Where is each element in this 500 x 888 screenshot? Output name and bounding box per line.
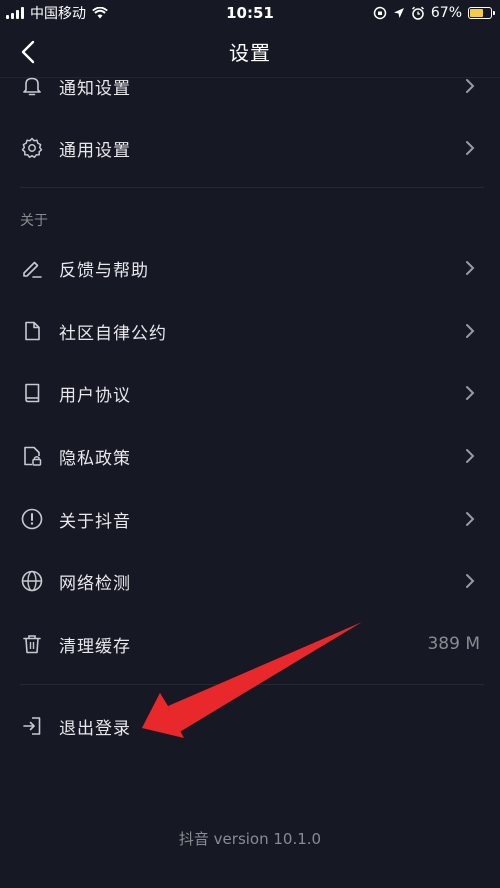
- pencil-icon: [20, 256, 44, 280]
- location-icon: [393, 8, 404, 18]
- info-icon: [20, 507, 44, 531]
- row-label: 隐私政策: [59, 448, 131, 469]
- logout-icon: [20, 714, 44, 738]
- document-icon: [20, 319, 44, 343]
- row-label: 通知设置: [59, 78, 131, 99]
- battery-percent: 67%: [430, 5, 462, 21]
- chevron-right-icon: [466, 261, 475, 275]
- gear-icon: [20, 136, 44, 160]
- wifi-icon: [92, 7, 108, 19]
- lock-document-icon: [20, 444, 44, 468]
- status-bar: 中国移动 10:51 67%: [0, 0, 500, 26]
- signal-icon: [6, 7, 24, 19]
- row-label: 清理缓存: [59, 636, 131, 657]
- chevron-right-icon: [466, 449, 475, 463]
- bell-icon: [20, 74, 44, 98]
- row-label: 网络检测: [59, 573, 131, 594]
- chevron-right-icon: [466, 141, 475, 155]
- chevron-right-icon: [466, 79, 475, 93]
- chevron-right-icon: [466, 386, 475, 400]
- row-label: 关于抖音: [59, 511, 131, 532]
- globe-icon: [20, 569, 44, 593]
- row-about-douyin[interactable]: 关于抖音: [0, 488, 500, 550]
- chevron-right-icon: [466, 324, 475, 338]
- section-divider: [20, 684, 484, 685]
- book-icon: [20, 381, 44, 405]
- carrier-label: 中国移动: [30, 6, 86, 22]
- alarm-icon: [411, 6, 424, 20]
- logout-label: 退出登录: [59, 718, 131, 739]
- cache-size: 389 M: [427, 634, 480, 654]
- settings-screen: 中国移动 10:51 67% 设置 通知设置 通用设置 关于 反馈与帮助 社区自…: [0, 0, 500, 888]
- row-general-settings[interactable]: 通用设置: [0, 117, 500, 179]
- row-community-guidelines[interactable]: 社区自律公约: [0, 300, 500, 362]
- row-label: 用户协议: [59, 385, 131, 406]
- row-label: 通用设置: [59, 140, 131, 161]
- chevron-right-icon: [466, 512, 475, 526]
- row-logout[interactable]: 退出登录: [0, 695, 500, 757]
- section-divider: [20, 187, 484, 188]
- battery-icon: [468, 7, 495, 19]
- row-privacy-policy[interactable]: 隐私政策: [0, 425, 500, 487]
- row-label: 反馈与帮助: [59, 260, 149, 281]
- rotation-lock-icon: [373, 6, 387, 20]
- chevron-right-icon: [466, 574, 475, 588]
- row-feedback-help[interactable]: 反馈与帮助: [0, 237, 500, 299]
- row-clear-cache[interactable]: 清理缓存 389 M: [0, 613, 500, 675]
- row-network-check[interactable]: 网络检测: [0, 550, 500, 612]
- row-user-agreement[interactable]: 用户协议: [0, 362, 500, 424]
- row-notification-settings[interactable]: 通知设置: [0, 55, 500, 117]
- version-label: 抖音 version 10.1.0: [178, 830, 322, 848]
- row-label: 社区自律公约: [59, 323, 167, 344]
- trash-icon: [20, 632, 44, 656]
- section-header-about: 关于: [20, 213, 48, 229]
